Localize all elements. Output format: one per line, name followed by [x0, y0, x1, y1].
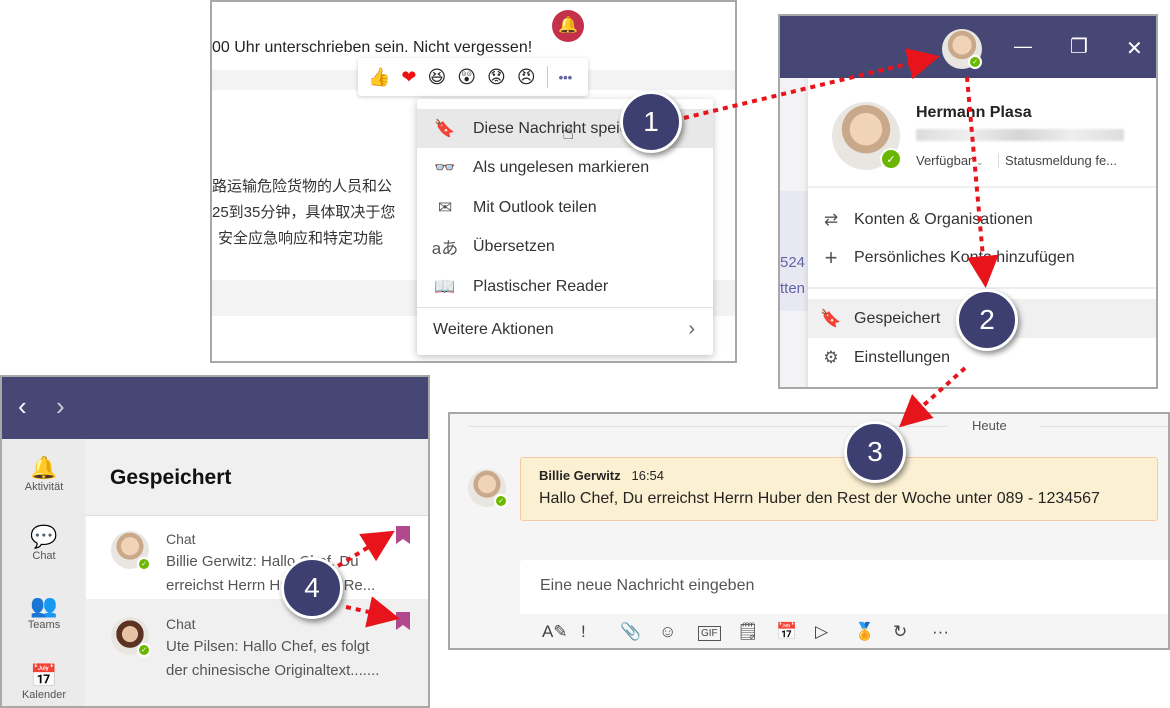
- step-badge-2: 2: [956, 289, 1018, 351]
- arrow-3: [899, 366, 967, 428]
- step-badge-1: 1: [620, 91, 682, 153]
- arrow-4a: [336, 530, 395, 568]
- arrow-2: [965, 76, 999, 288]
- arrow-4b: [345, 596, 400, 628]
- step-badge-4: 4: [281, 557, 343, 619]
- annotation-arrows: [336, 48, 999, 628]
- step-badge-3: 3: [844, 421, 906, 483]
- arrow-1: [683, 48, 940, 120]
